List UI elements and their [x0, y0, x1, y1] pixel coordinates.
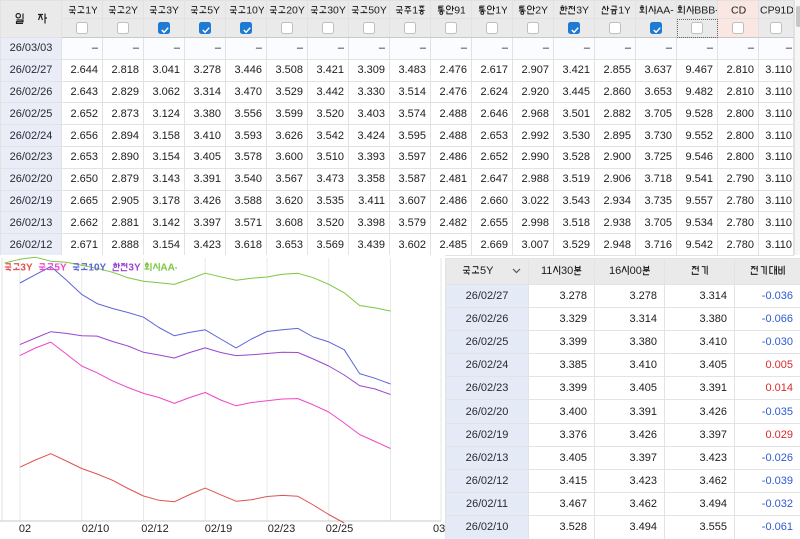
svg-text:10Y: 10Y	[88, 262, 106, 273]
svg-text:16: 16	[609, 265, 621, 277]
svg-text:3Y: 3Y	[576, 5, 589, 17]
svg-text:11: 11	[541, 265, 552, 277]
svg-text:5Y: 5Y	[480, 265, 493, 277]
svg-text:20Y: 20Y	[286, 5, 305, 17]
svg-text:91: 91	[454, 5, 465, 17]
svg-text:1Y: 1Y	[85, 5, 97, 17]
svg-text:10Y: 10Y	[246, 5, 264, 17]
svg-text:3Y: 3Y	[128, 262, 141, 273]
svg-text:02: 02	[19, 523, 31, 535]
svg-text:03/03: 03/03	[433, 523, 445, 535]
svg-text:30Y: 30Y	[327, 5, 346, 17]
svg-text:CP91D: CP91D	[760, 5, 793, 17]
svg-text:3Y: 3Y	[166, 5, 179, 17]
svg-text:50Y: 50Y	[368, 5, 387, 17]
svg-text:BBB-: BBB-	[694, 5, 717, 17]
svg-text:1: 1	[412, 5, 418, 17]
svg-text:02/10: 02/10	[82, 523, 110, 535]
svg-text:1Y: 1Y	[495, 5, 507, 17]
svg-text:AA-: AA-	[160, 262, 177, 273]
svg-text:02/25: 02/25	[326, 523, 354, 535]
svg-text:02/23: 02/23	[268, 523, 296, 535]
svg-text:5Y: 5Y	[54, 262, 67, 273]
svg-text:02/19: 02/19	[205, 523, 233, 535]
svg-text:02/12: 02/12	[141, 523, 169, 535]
svg-text:CD: CD	[731, 5, 746, 17]
svg-text:3Y: 3Y	[20, 262, 33, 273]
svg-text:00: 00	[629, 265, 641, 277]
svg-text:AA-: AA-	[656, 5, 674, 17]
svg-text:5Y: 5Y	[207, 5, 220, 17]
svg-text:2Y: 2Y	[535, 5, 548, 17]
svg-text:2Y: 2Y	[125, 5, 138, 17]
svg-text:1Y: 1Y	[618, 5, 630, 17]
svg-text:30: 30	[561, 265, 573, 277]
